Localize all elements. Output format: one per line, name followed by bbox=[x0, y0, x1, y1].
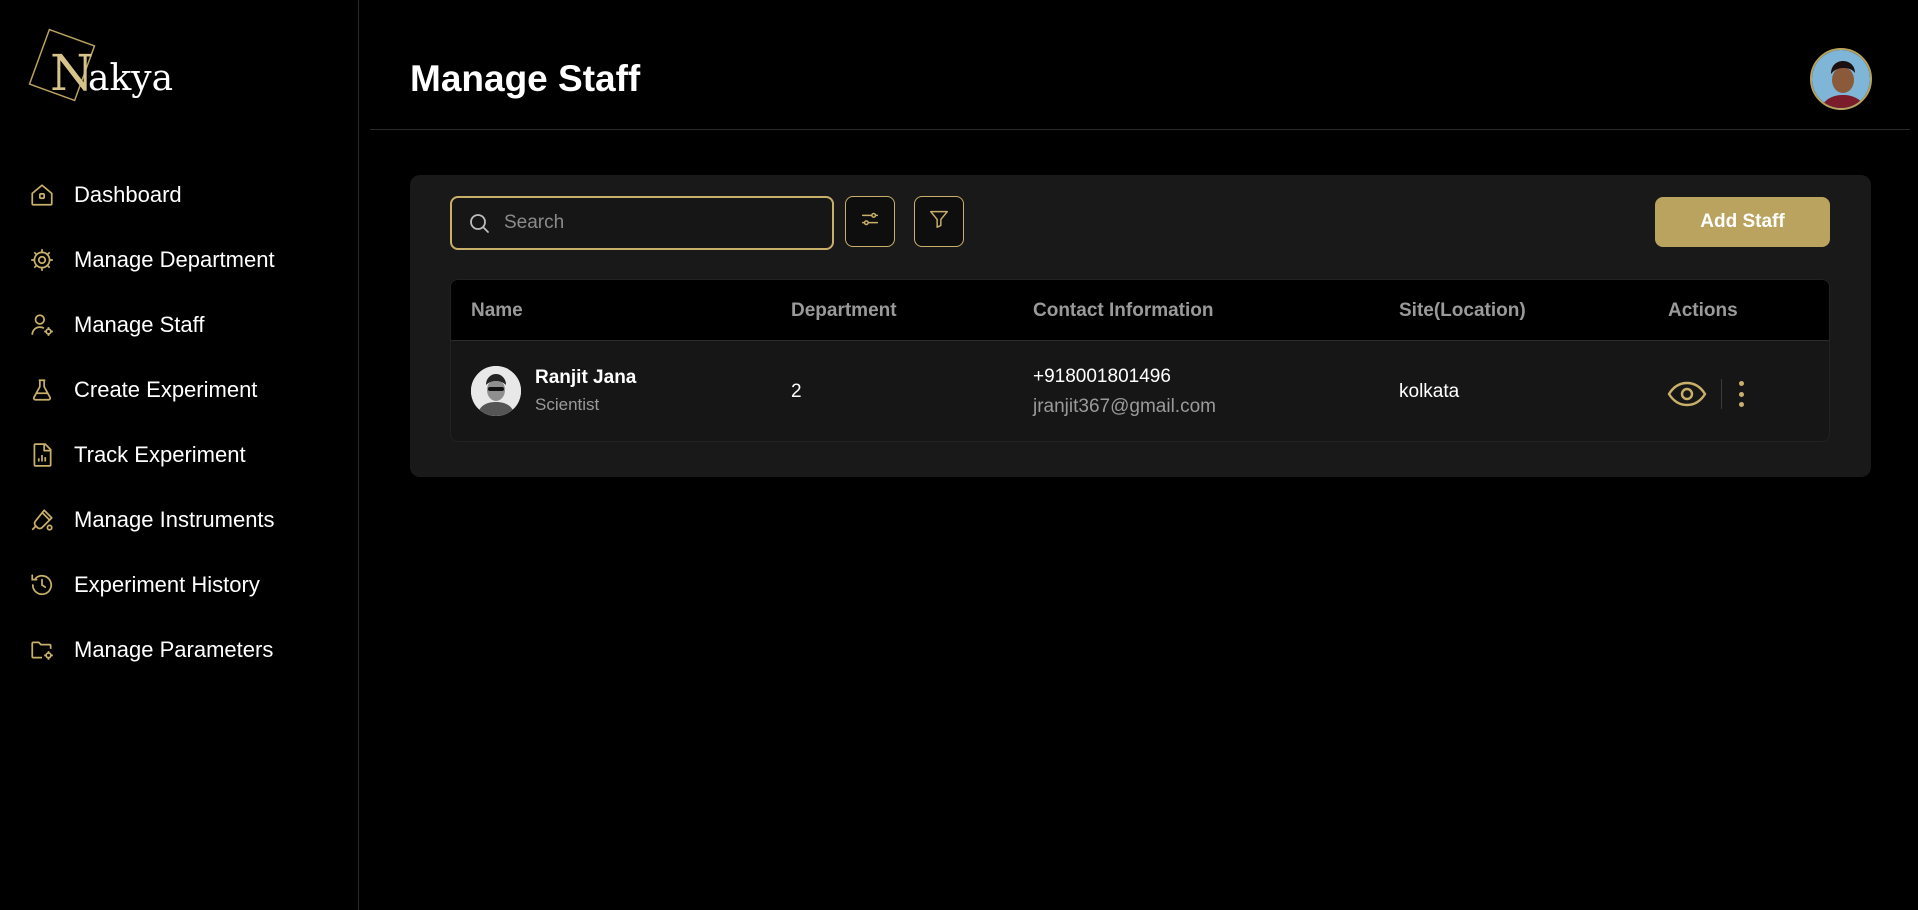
search-box[interactable] bbox=[450, 196, 834, 250]
staff-department: 2 bbox=[791, 381, 802, 402]
table-header: Name Department Contact Information Site… bbox=[451, 280, 1829, 341]
column-header-actions: Actions bbox=[1668, 300, 1738, 321]
sidebar-item-track-experiment[interactable]: Track Experiment bbox=[0, 422, 359, 487]
history-icon bbox=[28, 571, 56, 599]
sidebar-item-manage-staff[interactable]: Manage Staff bbox=[0, 292, 359, 357]
sidebar-item-label: Dashboard bbox=[74, 181, 182, 207]
sidebar-item-label: Experiment History bbox=[74, 571, 260, 597]
filter-button[interactable] bbox=[914, 196, 964, 247]
home-icon bbox=[28, 181, 56, 209]
sidebar-item-label: Track Experiment bbox=[74, 441, 246, 467]
user-gear-icon bbox=[28, 311, 56, 339]
sidebar-item-create-experiment[interactable]: Create Experiment bbox=[0, 357, 359, 422]
more-options-icon[interactable] bbox=[1734, 379, 1748, 409]
gear-icon bbox=[28, 246, 56, 274]
sidebar-item-dashboard[interactable]: Dashboard bbox=[0, 162, 359, 227]
staff-email: jranjit367@gmail.com bbox=[1033, 396, 1216, 417]
table-row[interactable]: Ranjit Jana Scientist 2 +918001801496 jr… bbox=[451, 341, 1829, 441]
sidebar: N akya Dashboard Manage Department Manag… bbox=[0, 0, 359, 910]
sidebar-item-label: Manage Parameters bbox=[74, 636, 274, 662]
folder-gear-icon bbox=[28, 636, 56, 664]
sidebar-item-label: Create Experiment bbox=[74, 376, 258, 402]
column-header-site[interactable]: Site(Location) bbox=[1399, 300, 1526, 322]
add-staff-button[interactable]: Add Staff bbox=[1655, 197, 1830, 247]
sidebar-item-manage-instruments[interactable]: Manage Instruments bbox=[0, 487, 359, 552]
sidebar-item-label: Manage Department bbox=[74, 246, 275, 272]
staff-panel: Add Staff Name Department Contact Inform… bbox=[410, 175, 1871, 477]
sidebar-nav: Dashboard Manage Department Manage Staff… bbox=[0, 162, 359, 682]
staff-table: Name Department Contact Information Site… bbox=[450, 279, 1830, 442]
nakya-logo[interactable]: N akya bbox=[28, 28, 188, 108]
staff-name: Ranjit Jana bbox=[535, 367, 637, 388]
search-input[interactable] bbox=[504, 212, 832, 234]
chart-file-icon bbox=[28, 441, 56, 469]
instrument-icon bbox=[28, 506, 56, 534]
filter-icon bbox=[928, 208, 950, 235]
column-header-contact[interactable]: Contact Information bbox=[1033, 300, 1214, 322]
column-header-department[interactable]: Department bbox=[791, 300, 897, 322]
svg-text:akya: akya bbox=[88, 58, 173, 99]
row-actions bbox=[1667, 379, 1748, 409]
sidebar-item-manage-department[interactable]: Manage Department bbox=[0, 227, 359, 292]
search-icon bbox=[466, 210, 492, 236]
sliders-icon bbox=[859, 208, 881, 235]
column-header-name[interactable]: Name bbox=[471, 300, 523, 322]
staff-phone: +918001801496 bbox=[1033, 366, 1171, 387]
staff-site: kolkata bbox=[1399, 381, 1460, 402]
page-title: Manage Staff bbox=[410, 58, 641, 99]
staff-role: Scientist bbox=[535, 395, 600, 414]
sort-settings-button[interactable] bbox=[845, 196, 895, 247]
sidebar-item-experiment-history[interactable]: Experiment History bbox=[0, 552, 359, 617]
sidebar-item-label: Manage Instruments bbox=[74, 506, 275, 532]
flask-icon bbox=[28, 376, 56, 404]
staff-photo bbox=[471, 366, 521, 416]
sidebar-item-label: Manage Staff bbox=[74, 311, 205, 337]
sidebar-item-manage-parameters[interactable]: Manage Parameters bbox=[0, 617, 359, 682]
page-header: Manage Staff bbox=[370, 0, 1910, 130]
user-avatar[interactable] bbox=[1810, 48, 1872, 110]
view-eye-icon[interactable] bbox=[1667, 381, 1707, 407]
actions-divider bbox=[1721, 379, 1722, 409]
